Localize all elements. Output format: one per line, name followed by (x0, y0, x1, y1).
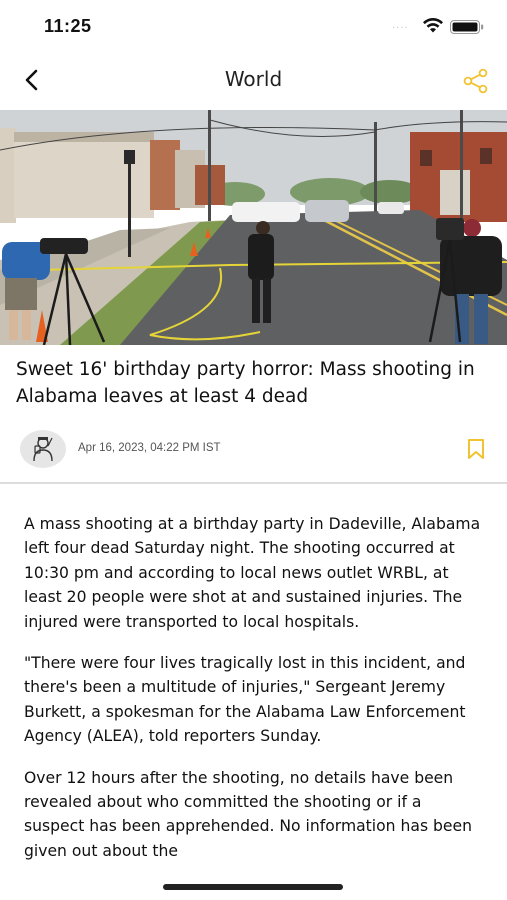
article-body: A mass shooting at a birthday party in D… (24, 512, 486, 880)
wifi-icon (422, 17, 444, 37)
home-indicator[interactable] (163, 884, 343, 890)
bookmark-button[interactable] (464, 437, 488, 461)
battery-icon (450, 19, 484, 38)
status-bar: 11:25 .... (0, 0, 507, 50)
reporter-avatar-icon (33, 437, 53, 462)
article-hero-image[interactable] (0, 110, 507, 345)
nav-bar: World (0, 50, 507, 110)
author-avatar[interactable] (20, 430, 66, 468)
publish-date: Apr 16, 2023, 04:22 PM IST (78, 442, 221, 454)
section-divider (0, 482, 507, 484)
share-icon (463, 68, 488, 94)
page-title: World (224, 67, 283, 91)
article-paragraph: Over 12 hours after the shooting, no det… (24, 768, 473, 860)
status-time: 11:25 (44, 16, 92, 36)
article-meta: Apr 16, 2023, 04:22 PM IST (0, 428, 507, 470)
cellular-signal-indicator: .... (392, 20, 409, 31)
share-button[interactable] (460, 66, 492, 96)
article-paragraph: "There were four lives tragically lost i… (24, 654, 466, 746)
article-paragraph: A mass shooting at a birthday party in D… (24, 515, 481, 631)
bookmark-icon (468, 439, 484, 459)
article-headline: Sweet 16' birthday party horror: Mass sh… (16, 359, 475, 407)
